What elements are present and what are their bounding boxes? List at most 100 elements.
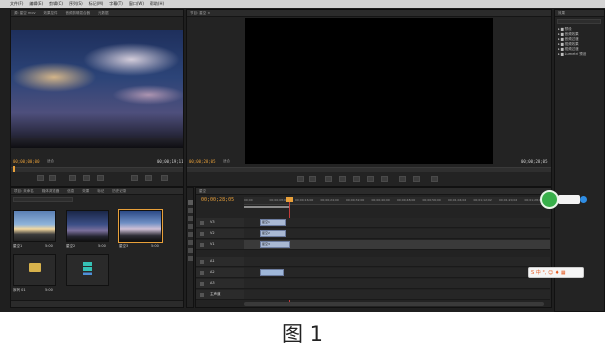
- timeline-tab[interactable]: 星空: [199, 189, 206, 194]
- project-item-thumbnail[interactable]: [13, 210, 56, 242]
- zoom-tool-icon[interactable]: [188, 256, 193, 261]
- prog-mark-in-button[interactable]: [297, 176, 304, 182]
- insert-button[interactable]: [131, 175, 138, 181]
- pen-tool-icon[interactable]: [188, 240, 193, 245]
- menu-item-6[interactable]: 窗口(W): [129, 1, 144, 7]
- timeline-work-area[interactable]: [244, 206, 290, 208]
- floating-close-icon[interactable]: [580, 196, 587, 203]
- project-tab-5[interactable]: 历史记录: [112, 189, 126, 194]
- project-tab-2[interactable]: 信息: [67, 189, 74, 194]
- menu-item-3[interactable]: 序列(S): [69, 1, 83, 7]
- program-tab-0[interactable]: 节目: 星空 ×: [190, 11, 210, 16]
- play-button[interactable]: [83, 175, 90, 181]
- timeline-tabs[interactable]: 星空: [196, 188, 551, 195]
- track-lane[interactable]: [244, 257, 550, 267]
- source-scrubber[interactable]: [11, 167, 183, 172]
- prog-play-button[interactable]: [353, 176, 360, 182]
- track-lock-icon[interactable]: [200, 293, 204, 297]
- mark-in-button[interactable]: [37, 175, 44, 181]
- track-headers: V3 V2 V1 A1 A2 A3 主声道: [196, 218, 244, 300]
- menu-item-0[interactable]: 文件(F): [10, 1, 23, 7]
- floating-assistant-tab[interactable]: [558, 195, 580, 204]
- project-tab-3[interactable]: 效果: [82, 189, 89, 194]
- timeline-audio-clip[interactable]: [260, 269, 284, 276]
- program-monitor-tabs[interactable]: 节目: 星空 ×: [187, 10, 551, 17]
- track-lock-icon[interactable]: [200, 271, 204, 275]
- source-tab-2[interactable]: 音频剪辑混合器: [66, 11, 91, 16]
- program-fit-dropdown[interactable]: 适合: [223, 159, 230, 164]
- figure-caption: 图 1: [281, 322, 324, 346]
- selection-tool-icon[interactable]: [188, 200, 193, 205]
- source-fit-dropdown[interactable]: 适合: [47, 159, 54, 164]
- track-lock-icon[interactable]: [200, 221, 204, 225]
- effects-tab-0[interactable]: 效果: [558, 11, 565, 16]
- track-lock-icon[interactable]: [200, 282, 204, 286]
- track-lane[interactable]: [244, 268, 550, 278]
- lift-button[interactable]: [399, 176, 406, 182]
- ripple-edit-tool-icon[interactable]: [188, 216, 193, 221]
- track-header[interactable]: 主声道: [196, 290, 244, 300]
- effects-tabs[interactable]: 效果: [555, 10, 604, 17]
- project-search[interactable]: [13, 197, 73, 202]
- prog-step-forward-button[interactable]: [367, 176, 374, 182]
- prog-goto-in-button[interactable]: [325, 176, 332, 182]
- prog-goto-out-button[interactable]: [381, 176, 388, 182]
- track-lock-icon[interactable]: [200, 232, 204, 236]
- track-select-tool-icon[interactable]: [188, 208, 193, 213]
- project-tabs[interactable]: 项目: 未命名 媒体浏览器 信息 效果 标记 历史记录: [11, 188, 183, 195]
- prog-mark-out-button[interactable]: [309, 176, 316, 182]
- mark-out-button[interactable]: [49, 175, 56, 181]
- step-forward-button[interactable]: [97, 175, 104, 181]
- export-frame-button[interactable]: [161, 175, 168, 181]
- overwrite-button[interactable]: [145, 175, 152, 181]
- playhead-marker[interactable]: [286, 197, 293, 202]
- track-header[interactable]: A3: [196, 279, 244, 289]
- source-timecode-current[interactable]: 00;00;00;00: [13, 159, 40, 164]
- source-playhead[interactable]: [13, 166, 15, 172]
- floating-assistant-icon[interactable]: [540, 190, 559, 209]
- step-back-button[interactable]: [69, 175, 76, 181]
- slip-tool-icon[interactable]: [188, 232, 193, 237]
- project-tab-1[interactable]: 媒体浏览器: [42, 189, 60, 194]
- menu-item-2[interactable]: 剪辑(C): [49, 1, 63, 7]
- program-timecode-current[interactable]: 00;00;28;05: [189, 159, 216, 164]
- source-tab-0[interactable]: 源: 星空 mov: [14, 11, 36, 16]
- ime-toolbar[interactable]: S 中 °, ☺ ♦ ▦: [528, 267, 584, 278]
- ruler-tick-label: 00;01;12;02: [473, 198, 492, 202]
- source-tab-3[interactable]: 元数据: [98, 11, 109, 16]
- track-lock-icon[interactable]: [200, 260, 204, 264]
- track-lane[interactable]: [244, 279, 550, 289]
- extract-button[interactable]: [413, 176, 420, 182]
- source-monitor-tabs[interactable]: 源: 星空 mov 效果控件 音频剪辑混合器 元数据: [11, 10, 183, 17]
- project-tab-0[interactable]: 项目: 未命名: [14, 189, 34, 194]
- timeline-timecode[interactable]: 00;00;28;05: [201, 197, 234, 203]
- track-header[interactable]: A1: [196, 257, 244, 267]
- track-header[interactable]: V2: [196, 229, 244, 239]
- project-item-thumbnail[interactable]: [66, 210, 109, 242]
- track-header[interactable]: V1: [196, 240, 244, 250]
- project-item-thumbnail[interactable]: [118, 209, 163, 243]
- menu-item-4[interactable]: 标记(M): [89, 1, 104, 7]
- program-scrubber[interactable]: [187, 167, 551, 172]
- menu-item-5[interactable]: 字幕(T): [109, 1, 123, 7]
- timeline-clip[interactable]: 星空1: [260, 219, 286, 226]
- track-lane[interactable]: [244, 290, 550, 300]
- project-tab-4[interactable]: 标记: [97, 189, 104, 194]
- track-lock-icon[interactable]: [200, 243, 204, 247]
- timeline-clip[interactable]: 星空3: [260, 241, 290, 248]
- track-header[interactable]: A2: [196, 268, 244, 278]
- effects-search[interactable]: [557, 19, 601, 24]
- track-lane[interactable]: [244, 229, 550, 239]
- razor-tool-icon[interactable]: [188, 224, 193, 229]
- track-lane[interactable]: [244, 218, 550, 228]
- prog-export-frame-button[interactable]: [431, 176, 438, 182]
- timeline-scrollbar[interactable]: [244, 302, 544, 306]
- menu-item-7[interactable]: 帮助(H): [150, 1, 164, 7]
- timeline-clip[interactable]: 星空2: [260, 230, 286, 237]
- menu-item-1[interactable]: 编辑(E): [29, 1, 43, 7]
- source-tab-1[interactable]: 效果控件: [44, 11, 58, 16]
- hand-tool-icon[interactable]: [188, 248, 193, 253]
- track-header[interactable]: V3: [196, 218, 244, 228]
- prog-step-back-button[interactable]: [339, 176, 346, 182]
- effects-folder-item[interactable]: ▸ ▆ Lumetri 预设: [558, 52, 604, 57]
